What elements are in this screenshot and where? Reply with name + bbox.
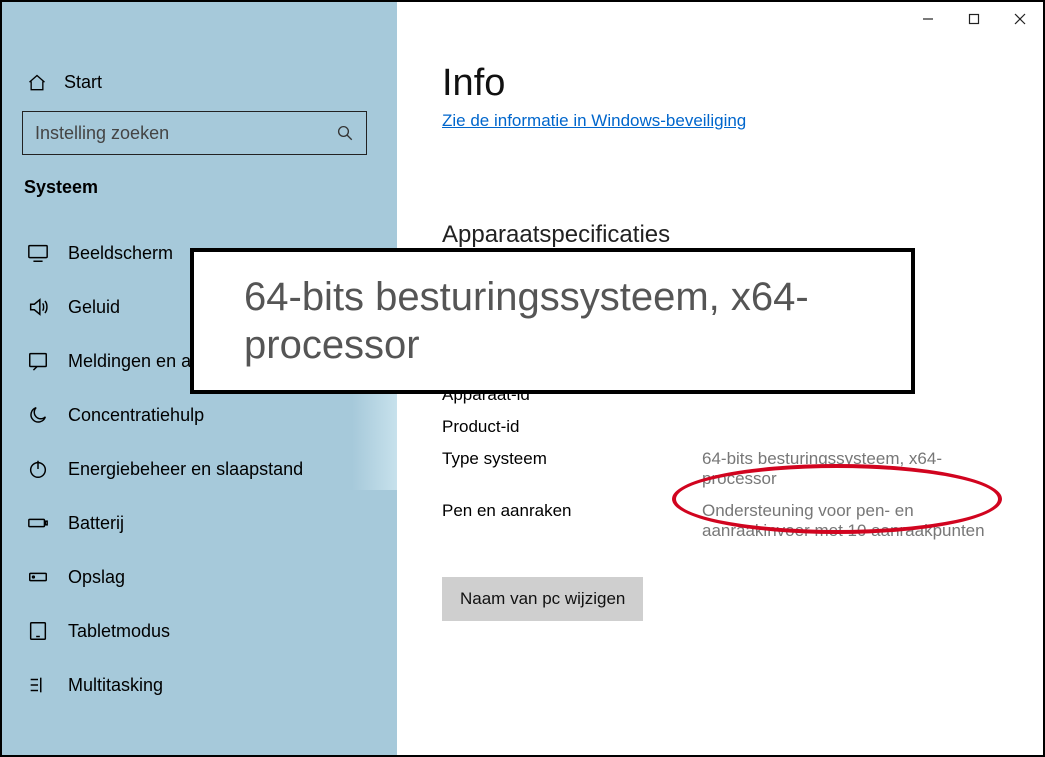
sidebar-item-label: Batterij: [68, 513, 124, 534]
specs-table: Apparaat-id Product-id Type systeem 64-b…: [442, 379, 1013, 547]
sidebar-item-label: Geluid: [68, 297, 120, 318]
spec-label: Product-id: [442, 417, 702, 437]
specs-heading: Apparaatspecificaties: [442, 221, 1013, 249]
spec-value: 64-bits besturingssysteem, x64-processor: [702, 449, 1013, 489]
home-label: Start: [64, 72, 102, 93]
spec-row-system-type: Type systeem 64-bits besturingssysteem, …: [442, 443, 1013, 495]
callout-text: 64-bits besturingssysteem, x64-processor: [244, 273, 875, 369]
sidebar-item-power[interactable]: Energiebeheer en slaapstand: [22, 442, 377, 496]
spec-value: [702, 417, 1013, 437]
sidebar-item-label: Beeldscherm: [68, 243, 173, 264]
spec-label: Type systeem: [442, 449, 702, 489]
sidebar-item-multitasking[interactable]: Multitasking: [22, 658, 377, 712]
sidebar-item-label: Multitasking: [68, 675, 163, 696]
monitor-icon: [26, 242, 50, 264]
rename-pc-button[interactable]: Naam van pc wijzigen: [442, 577, 643, 621]
sidebar-item-focus[interactable]: Concentratiehulp: [22, 388, 377, 442]
home-icon: [26, 73, 48, 93]
storage-icon: [26, 566, 50, 588]
minimize-button[interactable]: [905, 2, 951, 36]
sidebar-item-storage[interactable]: Opslag: [22, 550, 377, 604]
security-link[interactable]: Zie de informatie in Windows-beveiliging: [442, 111, 1013, 131]
close-button[interactable]: [997, 2, 1043, 36]
spec-label: Pen en aanraken: [442, 501, 702, 541]
sidebar-item-battery[interactable]: Batterij: [22, 496, 377, 550]
sidebar-item-label: Opslag: [68, 567, 125, 588]
sidebar-gradient: [352, 394, 397, 490]
battery-icon: [26, 512, 50, 534]
settings-window: Instellingen Start: [0, 0, 1045, 757]
sidebar-item-label: Tabletmodus: [68, 621, 170, 642]
sidebar-item-label: Concentratiehulp: [68, 405, 204, 426]
sidebar-item-tablet[interactable]: Tabletmodus: [22, 604, 377, 658]
moon-icon: [26, 404, 50, 426]
search-box[interactable]: [22, 111, 367, 155]
sidebar-item-label: Energiebeheer en slaapstand: [68, 459, 303, 480]
spec-row-pen-touch: Pen en aanraken Ondersteuning voor pen- …: [442, 495, 1013, 547]
spec-value: Ondersteuning voor pen- en aanraakinvoer…: [702, 501, 1013, 541]
search-input[interactable]: [35, 123, 336, 144]
tablet-icon: [26, 620, 50, 642]
search-icon: [336, 124, 354, 142]
spec-row-product-id: Product-id: [442, 411, 1013, 443]
power-icon: [26, 458, 50, 480]
page-title: Info: [442, 62, 1013, 105]
section-title: Systeem: [24, 177, 377, 198]
notification-icon: [26, 350, 50, 372]
home-button[interactable]: Start: [22, 62, 377, 111]
callout-box: 64-bits besturingssysteem, x64-processor: [190, 248, 915, 394]
speaker-icon: [26, 296, 50, 318]
multitask-icon: [26, 674, 50, 696]
maximize-button[interactable]: [951, 2, 997, 36]
